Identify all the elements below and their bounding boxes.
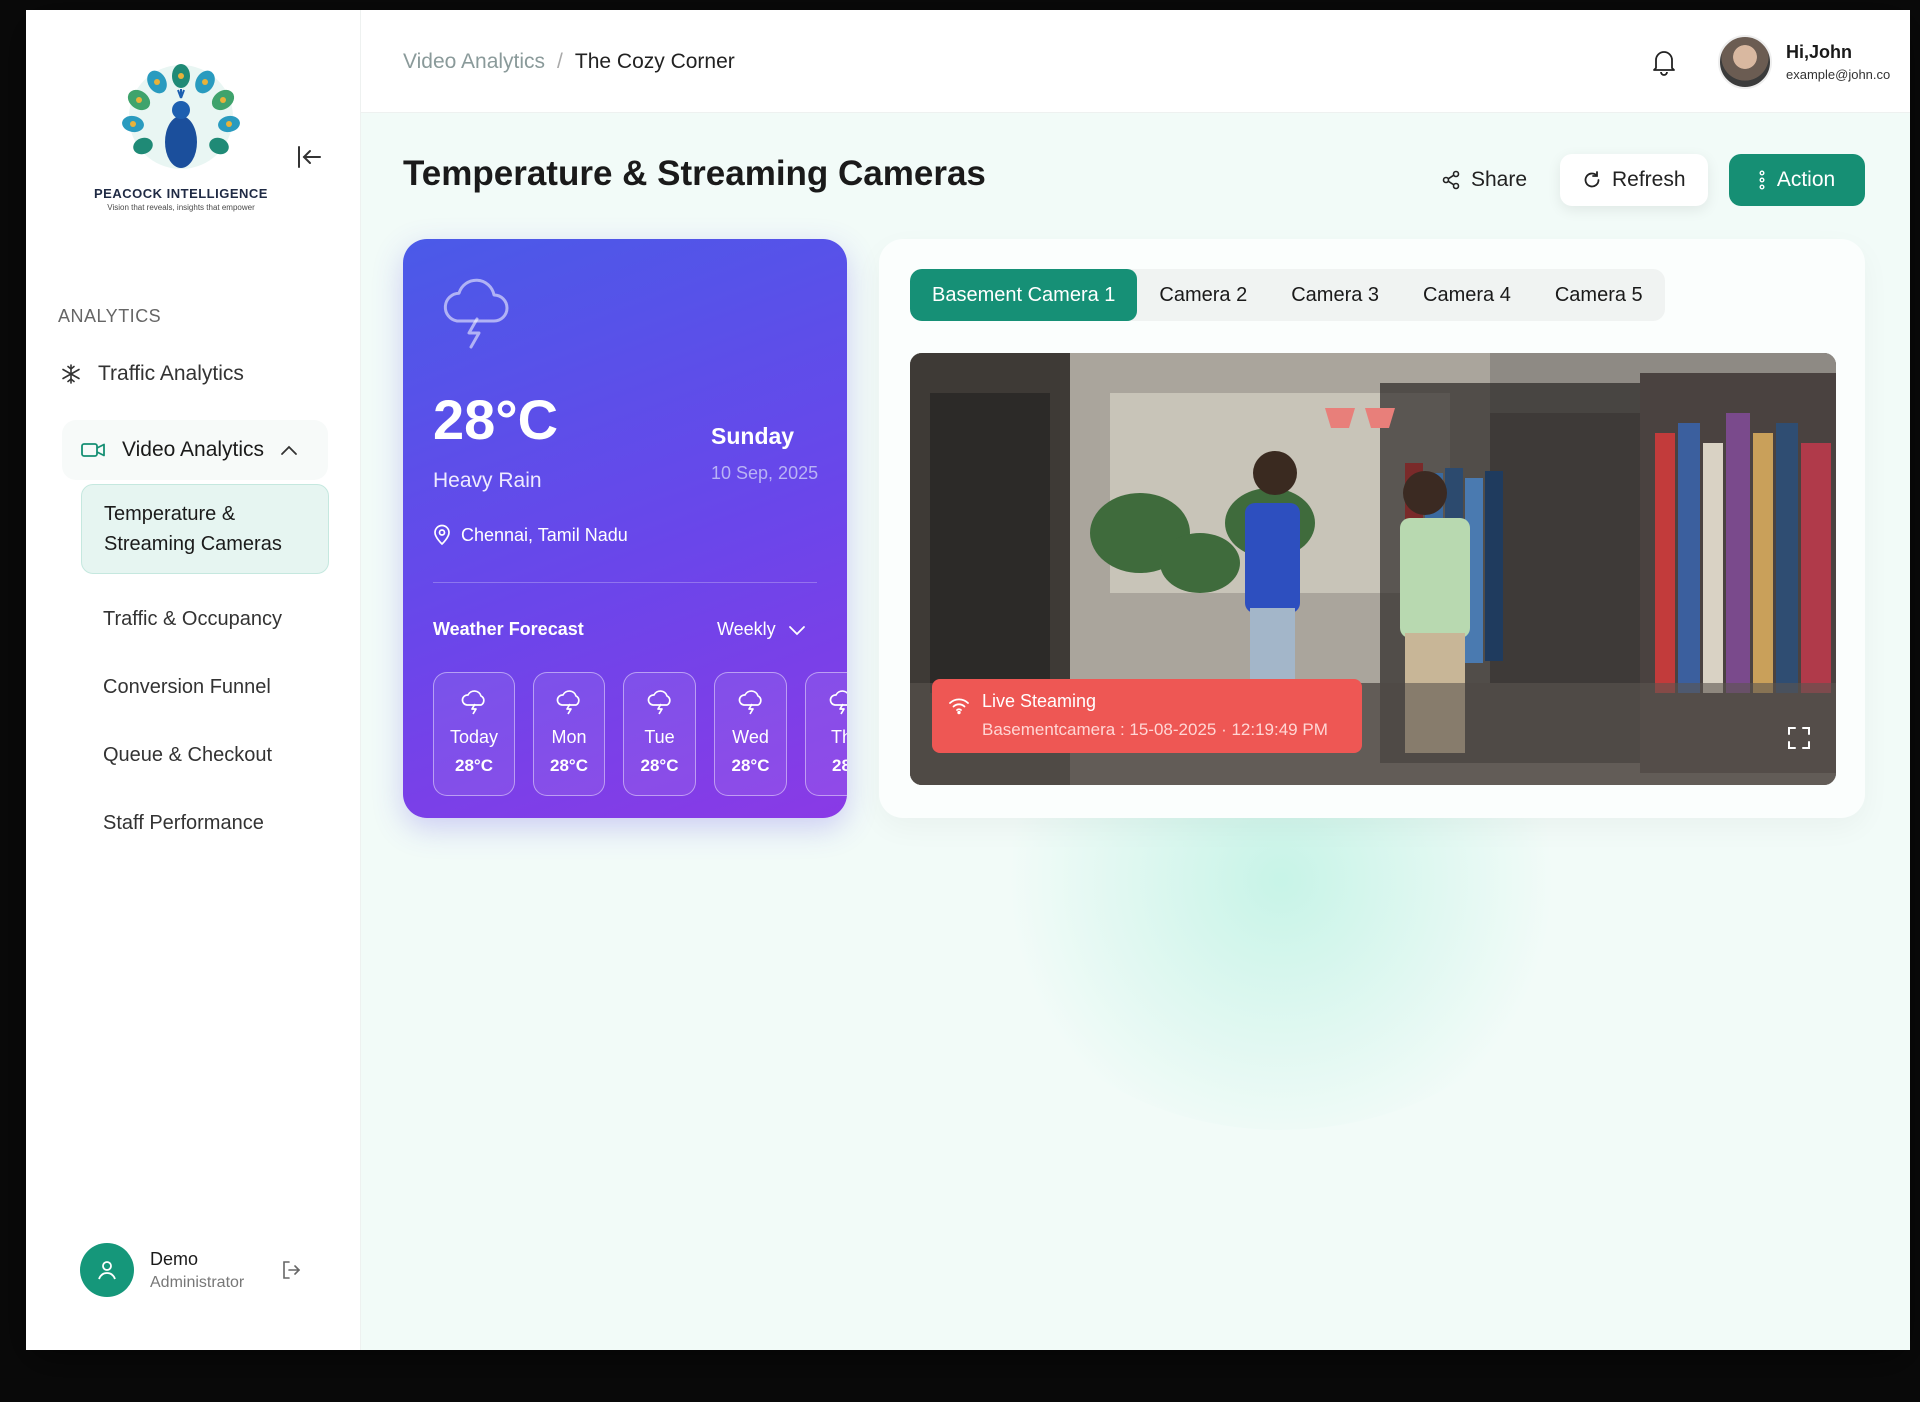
profile-greeting: Hi,John: [1786, 42, 1852, 62]
action-button[interactable]: Action: [1729, 154, 1865, 206]
sidebar-subitem-conversion-funnel[interactable]: Conversion Funnel: [81, 676, 329, 699]
camera-tabs: Basement Camera 1 Camera 2 Camera 3 Came…: [910, 269, 1665, 321]
collapse-left-icon: [298, 146, 321, 168]
storm-cloud-icon: [443, 278, 509, 349]
breadcrumb-separator: /: [557, 50, 563, 73]
section-label-analytics: ANALYTICS: [58, 306, 162, 326]
user-card: Demo Administrator: [80, 1243, 302, 1297]
weather-day: Sunday: [711, 423, 795, 449]
weather-location: Chennai, Tamil Nadu: [433, 524, 628, 546]
avatar[interactable]: [80, 1243, 134, 1297]
peacock-logo-icon: [122, 64, 240, 169]
profile-menu[interactable]: Hi,John example@john.co: [1718, 35, 1890, 89]
share-button[interactable]: Share: [1431, 154, 1537, 206]
tab-camera-3[interactable]: Camera 3: [1269, 269, 1401, 321]
forecast-day-card: Tue 28°C: [623, 672, 696, 796]
logout-icon[interactable]: [280, 1259, 302, 1281]
forecast-list: Today 28°C Mon 28°C Tue 28°C Wed 28°C Th…: [433, 672, 847, 796]
sidebar-subitem-traffic-occupancy[interactable]: Traffic & Occupancy: [81, 608, 329, 631]
brand-tagline: Vision that reveals, insights that empow…: [107, 203, 255, 212]
chevron-down-icon: [788, 625, 805, 635]
storm-cloud-icon: [829, 690, 847, 715]
tab-camera-2[interactable]: Camera 2: [1137, 269, 1269, 321]
current-temperature: 28°C: [433, 388, 559, 451]
location-label: Chennai, Tamil Nadu: [461, 524, 628, 545]
forecast-range-label: Weekly: [717, 619, 776, 639]
refresh-label: Refresh: [1612, 168, 1686, 191]
camera-feed[interactable]: Live Steaming Basementcamera : 15-08-202…: [910, 353, 1836, 785]
tab-basement-camera-1[interactable]: Basement Camera 1: [910, 269, 1138, 321]
brand-logo[interactable]: PEACOCK INTELLIGENCE Vision that reveals…: [66, 62, 296, 212]
live-streaming-badge: Live Steaming Basementcamera : 15-08-202…: [932, 679, 1362, 753]
forecast-range-dropdown[interactable]: Weekly: [717, 619, 806, 640]
forecast-day-label: Today: [449, 727, 499, 747]
live-title: Live Steaming: [982, 691, 1097, 711]
share-icon: [1442, 170, 1460, 190]
sidebar: PEACOCK INTELLIGENCE Vision that reveals…: [26, 10, 361, 1350]
forecast-day-card: Today 28°C: [433, 672, 515, 796]
divider: [433, 582, 817, 583]
sidebar-item-label: Traffic Analytics: [98, 362, 244, 385]
forecast-day-card: Mon 28°C: [533, 672, 605, 796]
storm-cloud-icon: [461, 690, 485, 715]
forecast-day-card: Wed 28°C: [714, 672, 787, 796]
forecast-day-label: Th: [830, 727, 847, 747]
share-label: Share: [1471, 168, 1528, 191]
weather-condition: Heavy Rain: [433, 469, 542, 492]
forecast-day-label: Wed: [732, 727, 769, 747]
forecast-title: Weather Forecast: [433, 619, 584, 639]
location-pin-icon: [434, 524, 450, 546]
video-camera-icon: [81, 443, 105, 457]
refresh-icon: [1584, 171, 1600, 188]
forecast-day-card: Th 28: [805, 672, 847, 796]
storm-cloud-icon: [647, 690, 671, 715]
app-window: PEACOCK INTELLIGENCE Vision that reveals…: [26, 10, 1910, 1350]
fullscreen-icon[interactable]: [1786, 725, 1812, 751]
collapse-sidebar-button[interactable]: [294, 142, 324, 172]
brand-name: PEACOCK INTELLIGENCE: [94, 186, 268, 201]
chevron-up-icon: [281, 445, 297, 455]
main-content: Video Analytics / The Cozy Corner Hi,Joh…: [361, 10, 1910, 1350]
breadcrumb-current: The Cozy Corner: [574, 50, 735, 73]
profile-avatar: [1718, 35, 1772, 89]
storm-cloud-icon: [556, 690, 580, 715]
tab-camera-5[interactable]: Camera 5: [1533, 269, 1665, 321]
storm-cloud-icon: [738, 690, 762, 715]
breadcrumb: Video Analytics / The Cozy Corner: [403, 50, 735, 74]
bell-icon: [1653, 51, 1675, 76]
sidebar-item-label: Video Analytics: [122, 438, 265, 461]
sidebar-subitem-label: Temperature & Streaming Cameras: [104, 503, 282, 555]
forecast-day-label: Tue: [644, 727, 675, 747]
camera-card: Basement Camera 1 Camera 2 Camera 3 Came…: [879, 239, 1865, 818]
forecast-day-temp: 28°C: [731, 756, 770, 775]
tab-camera-4[interactable]: Camera 4: [1401, 269, 1533, 321]
weather-date: 10 Sep, 2025: [711, 463, 819, 483]
page-title: Temperature & Streaming Cameras: [403, 154, 986, 193]
sidebar-subitem-queue-checkout[interactable]: Queue & Checkout: [81, 744, 329, 767]
forecast-day-temp: 28°C: [550, 756, 588, 775]
forecast-day-temp: 28°C: [455, 756, 493, 775]
action-label: Action: [1776, 168, 1836, 191]
forecast-day-temp: 28: [832, 756, 847, 775]
forecast-day-temp: 28°C: [640, 756, 679, 775]
sidebar-subitem-staff-performance[interactable]: Staff Performance: [81, 812, 329, 835]
user-role: Administrator: [150, 1273, 245, 1291]
snowflake-icon: [62, 364, 80, 384]
forecast-day-label: Mon: [551, 727, 587, 747]
top-bar: Video Analytics / The Cozy Corner Hi,Joh…: [361, 10, 1910, 113]
refresh-button[interactable]: Refresh: [1560, 154, 1708, 206]
live-meta: Basementcamera : 15-08-2025 · 12:19:49 P…: [982, 720, 1328, 739]
weather-card: 28°C Heavy Rain Sunday 10 Sep, 2025 Chen…: [403, 239, 847, 818]
user-icon: [98, 1261, 116, 1280]
notifications-button[interactable]: [1651, 48, 1677, 81]
profile-email: example@john.co: [1786, 67, 1891, 82]
sidebar-item-video-analytics[interactable]: Video Analytics: [62, 420, 328, 480]
user-name: Demo: [150, 1248, 199, 1269]
more-vertical-icon: [1759, 170, 1765, 190]
wifi-icon: [949, 698, 969, 715]
breadcrumb-parent[interactable]: Video Analytics: [403, 50, 545, 74]
sidebar-subitem-temperature-streaming[interactable]: Temperature & Streaming Cameras: [81, 484, 329, 574]
sidebar-item-traffic-analytics[interactable]: Traffic Analytics: [60, 362, 244, 386]
